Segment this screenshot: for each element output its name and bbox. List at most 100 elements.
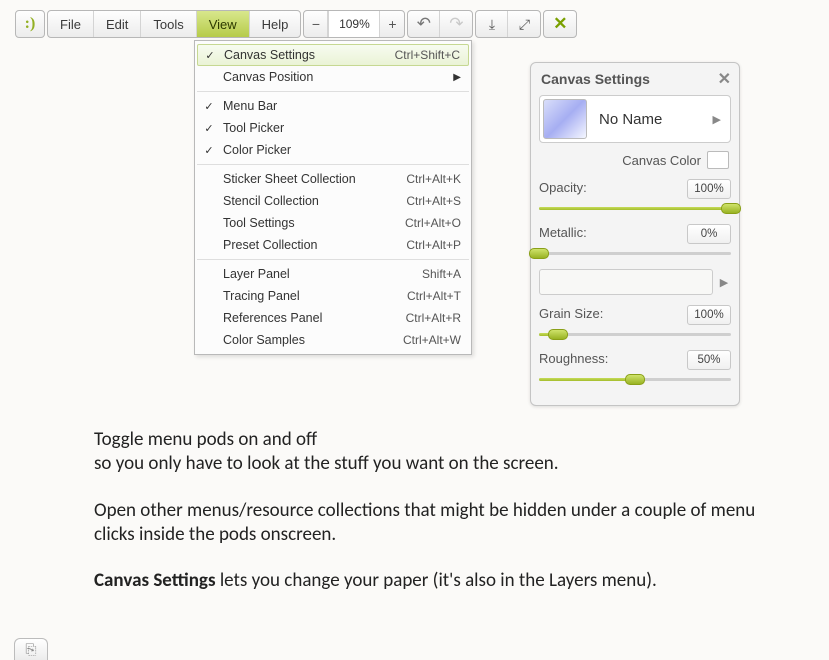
menu-shortcut: Ctrl+Alt+S	[406, 194, 461, 208]
param-slider[interactable]	[539, 247, 731, 259]
close-button[interactable]: ✕	[544, 11, 576, 37]
menu-item-label: Tracing Panel	[219, 289, 407, 303]
canvas-preview-swatch	[543, 99, 587, 139]
param-value[interactable]: 50%	[687, 350, 731, 370]
view-menu-dropdown[interactable]: ✓Canvas SettingsCtrl+Shift+CCanvas Posit…	[194, 40, 472, 355]
menu-view[interactable]: View	[197, 11, 250, 37]
chevron-right-icon[interactable]: ▶	[717, 276, 731, 289]
fullscreen-button[interactable]: ⤢	[508, 11, 540, 37]
texture-row: ▶	[539, 269, 731, 295]
canvas-color-row: Canvas Color	[539, 151, 731, 169]
menu-item-tool-settings[interactable]: Tool SettingsCtrl+Alt+O	[195, 212, 471, 234]
param-opacity: Opacity: 100%	[539, 179, 731, 214]
param-slider[interactable]	[539, 373, 731, 385]
zoom-group: − 109% +	[303, 10, 405, 38]
history-group: ↶ ↷	[407, 10, 473, 38]
app-logo: :)	[16, 11, 44, 37]
menu-help[interactable]: Help	[250, 11, 301, 37]
check-icon: ✓	[199, 122, 219, 135]
slider-thumb[interactable]	[721, 203, 741, 214]
menu-shortcut: Ctrl+Alt+K	[406, 172, 461, 186]
close-icon[interactable]: ✕	[718, 69, 731, 89]
slider-thumb[interactable]	[625, 374, 645, 385]
main-menu-bar: FileEditToolsViewHelp	[47, 10, 301, 38]
menu-shortcut: Ctrl+Alt+P	[406, 238, 461, 252]
pod-title: Canvas Settings	[541, 71, 650, 87]
zoom-in-button[interactable]: +	[380, 11, 404, 37]
menu-item-label: Canvas Position	[219, 70, 447, 84]
canvas-settings-pod: Canvas Settings ✕ No Name ▶ Canvas Color…	[530, 62, 740, 406]
menu-file[interactable]: File	[48, 11, 94, 37]
menu-shortcut: Ctrl+Alt+R	[406, 311, 461, 325]
param-value[interactable]: 100%	[687, 305, 731, 325]
menu-separator	[197, 91, 469, 92]
slider-thumb[interactable]	[529, 248, 549, 259]
check-icon: ✓	[199, 100, 219, 113]
menu-edit[interactable]: Edit	[94, 11, 141, 37]
param-label: Grain Size:	[539, 306, 603, 321]
param-label: Roughness:	[539, 351, 608, 366]
param-slider[interactable]	[539, 328, 731, 340]
toolbar: :) FileEditToolsViewHelp − 109% + ↶ ↷ ⤓ …	[15, 10, 814, 38]
param-slider[interactable]	[539, 202, 731, 214]
redo-button: ↷	[440, 11, 472, 37]
menu-tools[interactable]: Tools	[141, 11, 196, 37]
menu-item-stencil-collection[interactable]: Stencil CollectionCtrl+Alt+S	[195, 190, 471, 212]
copy-p1: Toggle menu pods on and offso you only h…	[94, 428, 799, 477]
menu-item-preset-collection[interactable]: Preset CollectionCtrl+Alt+P	[195, 234, 471, 256]
menu-item-label: Canvas Settings	[220, 48, 395, 62]
foot-icon: ⎘	[25, 641, 36, 658]
undo-button[interactable]: ↶	[408, 11, 440, 37]
menu-item-references-panel[interactable]: References PanelCtrl+Alt+R	[195, 307, 471, 329]
menu-item-tracing-panel[interactable]: Tracing PanelCtrl+Alt+T	[195, 285, 471, 307]
menu-item-menu-bar[interactable]: ✓Menu Bar	[195, 95, 471, 117]
menu-item-label: Stencil Collection	[219, 194, 406, 208]
menu-item-label: Tool Settings	[219, 216, 405, 230]
menu-separator	[197, 259, 469, 260]
menu-item-canvas-position[interactable]: Canvas Position▶	[195, 66, 471, 88]
copy-p3: Canvas Settings lets you change your pap…	[94, 569, 799, 593]
pod-header: Canvas Settings ✕	[531, 63, 739, 93]
zoom-value[interactable]: 109%	[328, 11, 380, 37]
menu-shortcut: Ctrl+Alt+T	[407, 289, 461, 303]
menu-shortcut: Ctrl+Alt+W	[403, 333, 461, 347]
menu-item-label: Tool Picker	[219, 121, 461, 135]
menu-item-color-samples[interactable]: Color SamplesCtrl+Alt+W	[195, 329, 471, 351]
menu-item-label: Preset Collection	[219, 238, 406, 252]
menu-item-canvas-settings[interactable]: ✓Canvas SettingsCtrl+Shift+C	[197, 44, 469, 66]
menu-item-label: Menu Bar	[219, 99, 461, 113]
copy-p3-rest: lets you change your paper (it's also in…	[216, 569, 657, 592]
chevron-right-icon[interactable]: ▶	[707, 113, 727, 126]
check-icon: ✓	[199, 144, 219, 157]
param-metallic: Metallic: 0%	[539, 224, 731, 259]
menu-item-sticker-sheet-collection[interactable]: Sticker Sheet CollectionCtrl+Alt+K	[195, 168, 471, 190]
param-label: Metallic:	[539, 225, 587, 240]
import-button[interactable]: ⤓	[476, 11, 508, 37]
param-value[interactable]: 0%	[687, 224, 731, 244]
param-label: Opacity:	[539, 180, 587, 195]
window-group: ⤓ ⤢	[475, 10, 541, 38]
param-grainsize: Grain Size: 100%	[539, 305, 731, 340]
menu-item-label: Layer Panel	[219, 267, 422, 281]
description-text: Toggle menu pods on and offso you only h…	[94, 428, 799, 616]
menu-separator	[197, 164, 469, 165]
canvas-preset-row[interactable]: No Name ▶	[539, 95, 731, 143]
texture-preview[interactable]	[539, 269, 713, 295]
menu-item-label: Sticker Sheet Collection	[219, 172, 406, 186]
menu-item-label: Color Samples	[219, 333, 403, 347]
logo-group: :)	[15, 10, 45, 38]
canvas-preset-name: No Name	[595, 111, 699, 128]
slider-thumb[interactable]	[548, 329, 568, 340]
footer-tab[interactable]: ⎘	[14, 638, 48, 660]
menu-item-layer-panel[interactable]: Layer PanelShift+A	[195, 263, 471, 285]
canvas-color-label: Canvas Color	[622, 153, 701, 168]
copy-p3-bold: Canvas Settings	[94, 569, 216, 592]
zoom-out-button[interactable]: −	[304, 11, 328, 37]
copy-p2: Open other menus/resource collections th…	[94, 499, 799, 548]
menu-item-tool-picker[interactable]: ✓Tool Picker	[195, 117, 471, 139]
menu-item-color-picker[interactable]: ✓Color Picker	[195, 139, 471, 161]
canvas-color-chip[interactable]	[707, 151, 729, 169]
menu-item-label: Color Picker	[219, 143, 461, 157]
param-value[interactable]: 100%	[687, 179, 731, 199]
menu-shortcut: Shift+A	[422, 267, 461, 281]
